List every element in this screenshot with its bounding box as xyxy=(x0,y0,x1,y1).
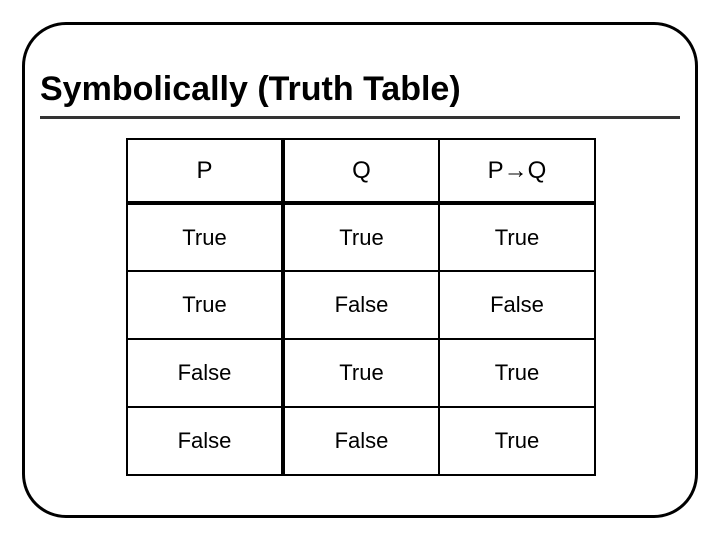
cell: False xyxy=(127,339,283,407)
table-row: False True True xyxy=(127,339,595,407)
cell: True xyxy=(127,271,283,339)
title-underline xyxy=(40,116,680,119)
col-header-p: P xyxy=(127,139,283,203)
truth-table: P Q P→Q True True True True False False … xyxy=(126,138,596,476)
slide-title: Symbolically (Truth Table) xyxy=(40,70,461,109)
table-header-row: P Q P→Q xyxy=(127,139,595,203)
table-row: True True True xyxy=(127,203,595,271)
cell: False xyxy=(127,407,283,475)
cell: False xyxy=(283,407,439,475)
cell: True xyxy=(439,203,595,271)
cell: True xyxy=(283,203,439,271)
cell: False xyxy=(283,271,439,339)
cell: True xyxy=(439,407,595,475)
col-header-piq: P→Q xyxy=(439,139,595,203)
cell: True xyxy=(283,339,439,407)
cell: False xyxy=(439,271,595,339)
cell: True xyxy=(439,339,595,407)
table-row: False False True xyxy=(127,407,595,475)
slide: Symbolically (Truth Table) P Q P→Q True … xyxy=(0,0,720,540)
cell: True xyxy=(127,203,283,271)
table-row: True False False xyxy=(127,271,595,339)
col-header-q: Q xyxy=(283,139,439,203)
